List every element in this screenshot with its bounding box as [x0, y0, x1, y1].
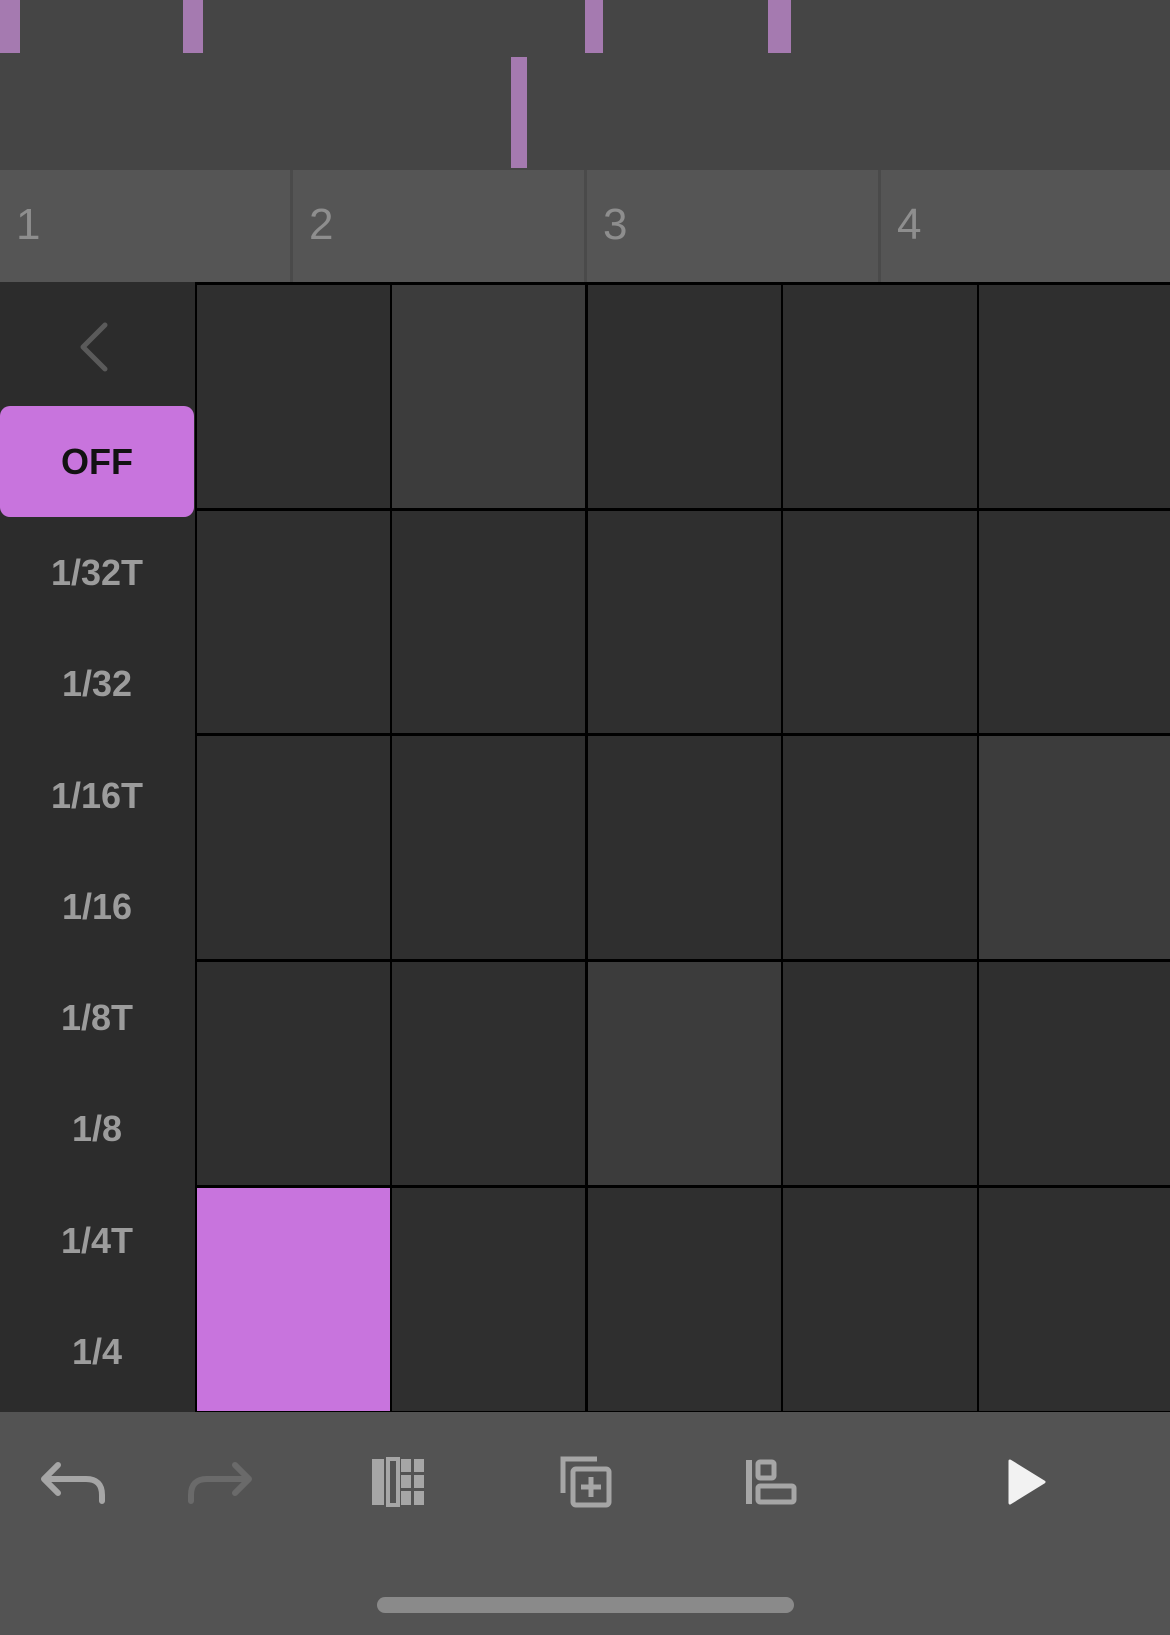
back-button[interactable] [60, 317, 130, 377]
drum-pad[interactable] [783, 285, 977, 508]
note-marker [511, 57, 527, 168]
drum-pad[interactable] [197, 1188, 390, 1411]
drum-pad[interactable] [392, 736, 585, 959]
drum-pad[interactable] [197, 962, 390, 1185]
drum-pad[interactable] [197, 285, 390, 508]
redo-icon [188, 1462, 252, 1504]
drum-pad[interactable] [979, 962, 1170, 1185]
drum-pad[interactable] [588, 962, 781, 1185]
drum-pad[interactable] [783, 1188, 977, 1411]
undo-icon [41, 1462, 105, 1504]
drum-pad[interactable] [197, 736, 390, 959]
drum-pad[interactable] [979, 511, 1170, 733]
rate-option-1-4t[interactable]: 1/4T [0, 1185, 194, 1296]
rate-option-1-16[interactable]: 1/16 [0, 851, 194, 962]
redo-button[interactable] [180, 1447, 260, 1517]
main-area: OFF 1/32T 1/32 1/16T 1/16 1/8T 1/8 1/4T … [0, 282, 1170, 1412]
drum-pad[interactable] [588, 285, 781, 508]
rate-option-1-8t[interactable]: 1/8T [0, 962, 194, 1073]
play-button[interactable] [985, 1447, 1065, 1517]
drum-pad[interactable] [588, 511, 781, 733]
undo-button[interactable] [33, 1447, 113, 1517]
rate-option-1-4[interactable]: 1/4 [0, 1296, 194, 1407]
note-marker [585, 0, 603, 53]
drum-pad[interactable] [197, 511, 390, 733]
drum-pad[interactable] [979, 285, 1170, 508]
drum-pad[interactable] [783, 511, 977, 733]
drum-pad[interactable] [783, 962, 977, 1185]
duplicate-button[interactable] [546, 1447, 626, 1517]
drum-pad[interactable] [588, 736, 781, 959]
bar-number: 2 [309, 200, 334, 249]
chevron-left-icon [80, 322, 108, 372]
drum-pad[interactable] [392, 962, 585, 1185]
drum-pad[interactable] [392, 285, 585, 508]
home-indicator [377, 1597, 794, 1613]
note-marker [768, 0, 791, 53]
drum-pad[interactable] [783, 736, 977, 959]
rate-option-1-16t[interactable]: 1/16T [0, 740, 194, 851]
rate-option-1-32t[interactable]: 1/32T [0, 517, 194, 628]
play-icon [1008, 1459, 1046, 1505]
pad-layout-icon [372, 1457, 424, 1507]
rate-option-off[interactable]: OFF [0, 406, 194, 517]
drum-pad[interactable] [392, 511, 585, 733]
bar-ruler[interactable]: 1 2 3 4 [0, 170, 1170, 282]
bottom-toolbar [0, 1412, 1170, 1635]
rate-option-1-32[interactable]: 1/32 [0, 628, 194, 739]
drum-pad-grid [197, 285, 1170, 1411]
note-marker [183, 0, 203, 53]
align-button[interactable] [731, 1447, 811, 1517]
rate-option-1-8[interactable]: 1/8 [0, 1073, 194, 1184]
bar-number: 4 [897, 200, 922, 249]
align-icon [746, 1459, 797, 1505]
drum-pad[interactable] [979, 1188, 1170, 1411]
drum-pad[interactable] [979, 736, 1170, 959]
drum-pad[interactable] [588, 1188, 781, 1411]
duplicate-icon [560, 1456, 612, 1508]
bar-number: 3 [603, 200, 628, 249]
drum-pad[interactable] [392, 1188, 585, 1411]
note-marker [0, 0, 20, 53]
repeat-rate-sidebar: OFF 1/32T 1/32 1/16T 1/16 1/8T 1/8 1/4T … [0, 282, 195, 1412]
pad-layout-button[interactable] [358, 1447, 438, 1517]
clip-overview[interactable] [0, 0, 1170, 170]
bar-number: 1 [16, 200, 41, 249]
